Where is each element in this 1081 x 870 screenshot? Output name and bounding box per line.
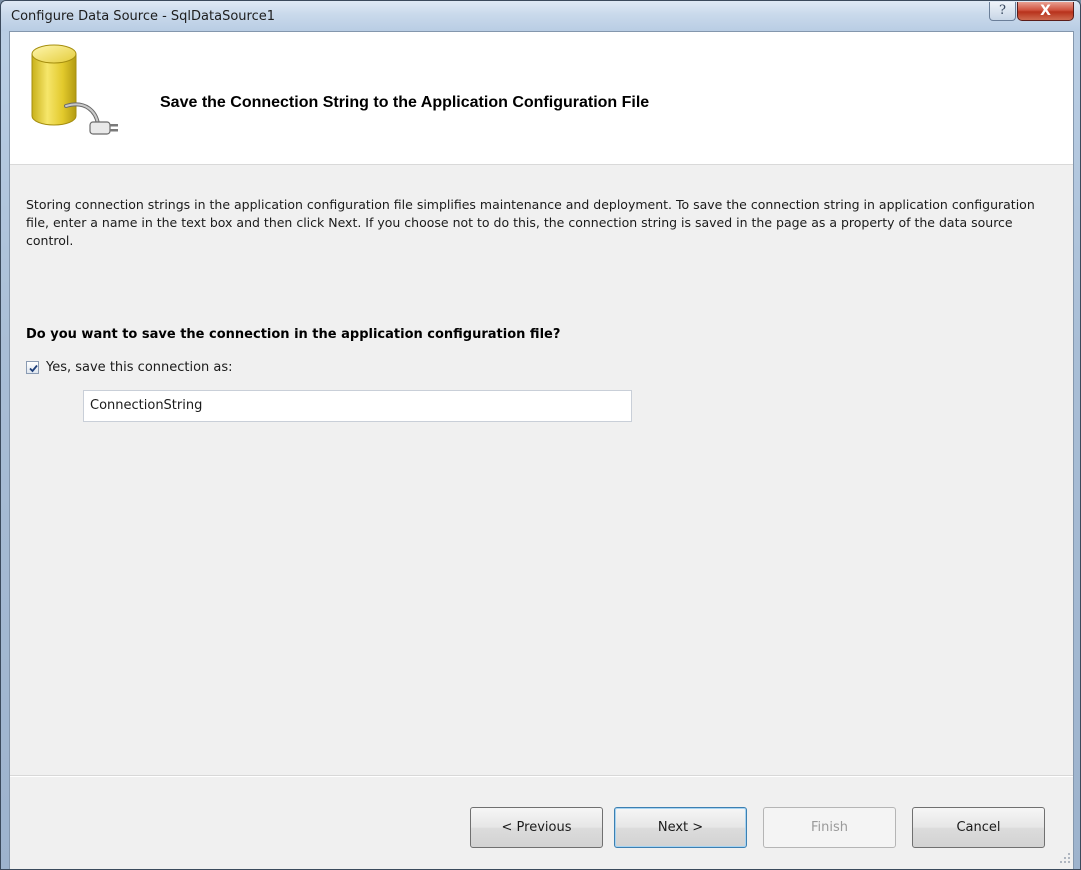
finish-button[interactable]: Finish: [763, 807, 896, 848]
cancel-button[interactable]: Cancel: [912, 807, 1045, 848]
help-button[interactable]: ?: [989, 2, 1016, 21]
window-title: Configure Data Source - SqlDataSource1: [11, 9, 275, 24]
dialog-client-area: Save the Connection String to the Applic…: [9, 31, 1074, 869]
description-text: Storing connection strings in the applic…: [26, 197, 1035, 248]
previous-button[interactable]: < Previous: [470, 807, 603, 848]
close-button[interactable]: X: [1017, 2, 1074, 21]
wizard-header: Save the Connection String to the Applic…: [10, 32, 1073, 165]
database-plug-icon: [26, 40, 122, 144]
checkmark-icon: [29, 364, 38, 373]
footer-separator: [10, 775, 1073, 777]
connection-name-input[interactable]: ConnectionString: [83, 390, 632, 422]
resize-grip-icon[interactable]: [1059, 849, 1071, 868]
next-button[interactable]: Next >: [614, 807, 747, 848]
dialog-window: Configure Data Source - SqlDataSource1 ?…: [0, 0, 1081, 870]
page-title: Save the Connection String to the Applic…: [160, 94, 650, 111]
question-label: Do you want to save the connection in th…: [26, 327, 561, 342]
save-connection-label: Yes, save this connection as:: [46, 360, 233, 375]
title-bar[interactable]: Configure Data Source - SqlDataSource1 ?…: [1, 1, 1080, 31]
save-connection-checkbox[interactable]: [26, 361, 39, 374]
